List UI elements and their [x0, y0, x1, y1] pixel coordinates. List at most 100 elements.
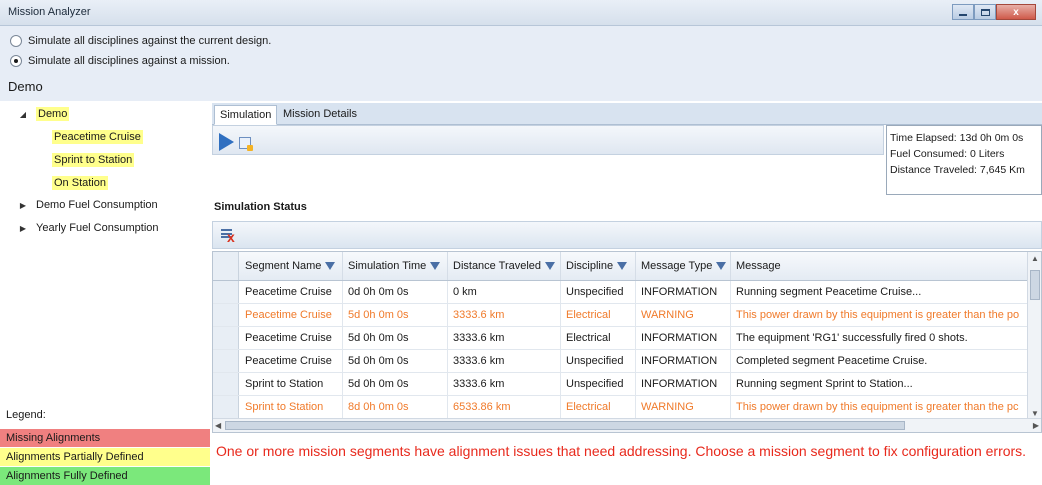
cell-segment-name: Peacetime Cruise	[240, 304, 343, 326]
table-row[interactable]: Peacetime Cruise 5d 0h 0m 0s 3333.6 km Elec…	[213, 304, 1041, 327]
radio-mission[interactable]	[10, 55, 22, 67]
cell-message-type: WARNING	[636, 396, 731, 418]
tab-simulation[interactable]: Simulation	[214, 105, 278, 125]
cell-simulation-time: 5d 0h 0m 0s	[343, 304, 448, 326]
cell-message: Completed segment Peacetime Cruise.	[736, 355, 928, 367]
close-button[interactable]: x	[996, 4, 1036, 20]
tree-item-label: Yearly Fuel Consumption	[36, 222, 159, 234]
table-row[interactable]: Sprint to Station 8d 0h 0m 0s 6533.86 km El…	[213, 396, 1041, 419]
scroll-down-icon[interactable]: ▼	[1031, 409, 1039, 418]
collapsed-arrow-icon[interactable]: ▶	[18, 201, 28, 210]
tree-child-peacetime-cruise[interactable]: Peacetime Cruise	[52, 130, 143, 144]
cell-message: This power drawn by this equipment is gr…	[736, 309, 1020, 321]
scroll-left-icon[interactable]: ◀	[215, 421, 221, 430]
minimize-button[interactable]	[952, 4, 974, 20]
cell-segment-name: Sprint to Station	[240, 373, 343, 395]
column-header-label: Message	[736, 260, 781, 272]
tree-child-on-station[interactable]: On Station	[52, 176, 108, 190]
horizontal-scroll-thumb[interactable]	[225, 421, 905, 430]
cell-message: The equipment 'RG1' successfully fired 0…	[736, 332, 968, 344]
cell-message: Running segment Peacetime Cruise...	[736, 286, 922, 298]
vertical-scrollbar[interactable]: ▲ ▼	[1027, 252, 1041, 420]
column-header-message-type[interactable]: Message Type	[636, 252, 731, 280]
radio-design-option[interactable]: Simulate all disciplines against the cur…	[10, 35, 271, 47]
column-header-label: Discipline	[566, 260, 614, 272]
tree-child-sprint-to-station[interactable]: Sprint to Station	[52, 153, 135, 167]
cell-discipline: Electrical	[561, 304, 636, 326]
cell-distance-traveled: 0 km	[448, 281, 561, 303]
row-selector[interactable]	[213, 350, 239, 372]
row-selector[interactable]	[213, 281, 239, 303]
schedule-icon[interactable]	[239, 137, 253, 151]
column-header-label: Message Type	[641, 260, 713, 272]
row-selector[interactable]	[213, 304, 239, 326]
column-header-discipline[interactable]: Discipline	[561, 252, 636, 280]
filter-icon[interactable]	[545, 262, 556, 270]
cell-distance-traveled: 6533.86 km	[448, 396, 561, 418]
filter-icon[interactable]	[617, 262, 628, 270]
vertical-scroll-thumb[interactable]	[1030, 270, 1040, 300]
cell-segment-name: Peacetime Cruise	[240, 350, 343, 372]
cell-simulation-time: 8d 0h 0m 0s	[343, 396, 448, 418]
row-selector[interactable]	[213, 396, 239, 418]
simulation-status-title: Simulation Status	[214, 201, 307, 213]
tree-item-label: Peacetime Cruise	[52, 130, 143, 144]
tree-item-demo[interactable]: ◢ Demo	[18, 107, 70, 121]
expanded-arrow-icon[interactable]: ◢	[18, 110, 28, 119]
row-selector[interactable]	[213, 327, 239, 349]
scroll-right-icon[interactable]: ▶	[1033, 421, 1039, 430]
tab-mission-details[interactable]: Mission Details	[278, 105, 362, 125]
table-row[interactable]: Peacetime Cruise 5d 0h 0m 0s 3333.6 km Unsp…	[213, 350, 1041, 373]
radio-design[interactable]	[10, 35, 22, 47]
maximize-icon	[980, 8, 990, 16]
column-header-simulation-time[interactable]: Simulation Time	[343, 252, 448, 280]
clear-filter-icon[interactable]: x	[221, 227, 237, 244]
radio-design-label: Simulate all disciplines against the cur…	[28, 35, 272, 47]
column-header-message[interactable]: Message	[731, 252, 1029, 280]
tree-item-demo-fuel-consumption[interactable]: ▶ Demo Fuel Consumption	[18, 199, 158, 211]
column-header-label: Distance Traveled	[453, 260, 542, 272]
row-selector[interactable]	[213, 373, 239, 395]
window-title: Mission Analyzer	[8, 6, 91, 18]
table-row[interactable]: Sprint to Station 5d 0h 0m 0s 3333.6 km Uns…	[213, 373, 1041, 396]
radio-mission-option[interactable]: Simulate all disciplines against a missi…	[10, 55, 230, 67]
simulation-mode-bar: Simulate all disciplines against the cur…	[0, 26, 1042, 101]
collapsed-arrow-icon[interactable]: ▶	[18, 224, 28, 233]
legend-fully-defined: Alignments Fully Defined	[0, 466, 210, 485]
scroll-up-icon[interactable]: ▲	[1031, 254, 1039, 263]
legend-partially-defined: Alignments Partially Defined	[0, 447, 210, 466]
table-row[interactable]: Peacetime Cruise 0d 0h 0m 0s 0 km Unspecifi…	[213, 281, 1041, 304]
mission-title: Demo	[8, 79, 43, 94]
header-row-selector	[213, 252, 239, 280]
column-header-distance-traveled[interactable]: Distance Traveled	[448, 252, 561, 280]
filter-icon[interactable]	[716, 262, 727, 270]
cell-discipline: Unspecified	[561, 373, 636, 395]
cell-message: This power drawn by this equipment is gr…	[736, 401, 1019, 413]
column-header-segment-name[interactable]: Segment Name	[240, 252, 343, 280]
simulation-panel: Simulation Mission Details Time Elapsed:…	[212, 101, 1042, 485]
cell-discipline: Unspecified	[561, 350, 636, 372]
time-elapsed: Time Elapsed: 13d 0h 0m 0s	[890, 130, 1038, 146]
column-header-label: Segment Name	[245, 260, 322, 272]
cell-distance-traveled: 3333.6 km	[448, 304, 561, 326]
cell-distance-traveled: 3333.6 km	[448, 350, 561, 372]
cell-simulation-time: 0d 0h 0m 0s	[343, 281, 448, 303]
cell-discipline: Electrical	[561, 396, 636, 418]
cell-message-type: INFORMATION	[636, 327, 731, 349]
play-icon[interactable]	[219, 133, 234, 151]
close-icon: x	[1013, 6, 1019, 18]
maximize-button[interactable]	[974, 4, 996, 20]
title-bar: Mission Analyzer x	[0, 0, 1042, 26]
radio-mission-label: Simulate all disciplines against a missi…	[28, 55, 230, 67]
tree-item-yearly-fuel-consumption[interactable]: ▶ Yearly Fuel Consumption	[18, 222, 159, 234]
legend-missing-alignments: Missing Alignments	[0, 428, 210, 447]
tree-item-label: Demo	[36, 107, 70, 121]
table-row[interactable]: Peacetime Cruise 5d 0h 0m 0s 3333.6 km Elec…	[213, 327, 1041, 350]
horizontal-scrollbar[interactable]: ◀ ▶	[213, 418, 1041, 432]
fuel-consumed: Fuel Consumed: 0 Liters	[890, 146, 1038, 162]
cell-message-type: INFORMATION	[636, 373, 731, 395]
distance-traveled-label: Distance Traveled:	[890, 164, 977, 176]
filter-icon[interactable]	[430, 262, 441, 270]
filter-icon[interactable]	[325, 262, 336, 270]
minimize-icon	[959, 14, 967, 16]
